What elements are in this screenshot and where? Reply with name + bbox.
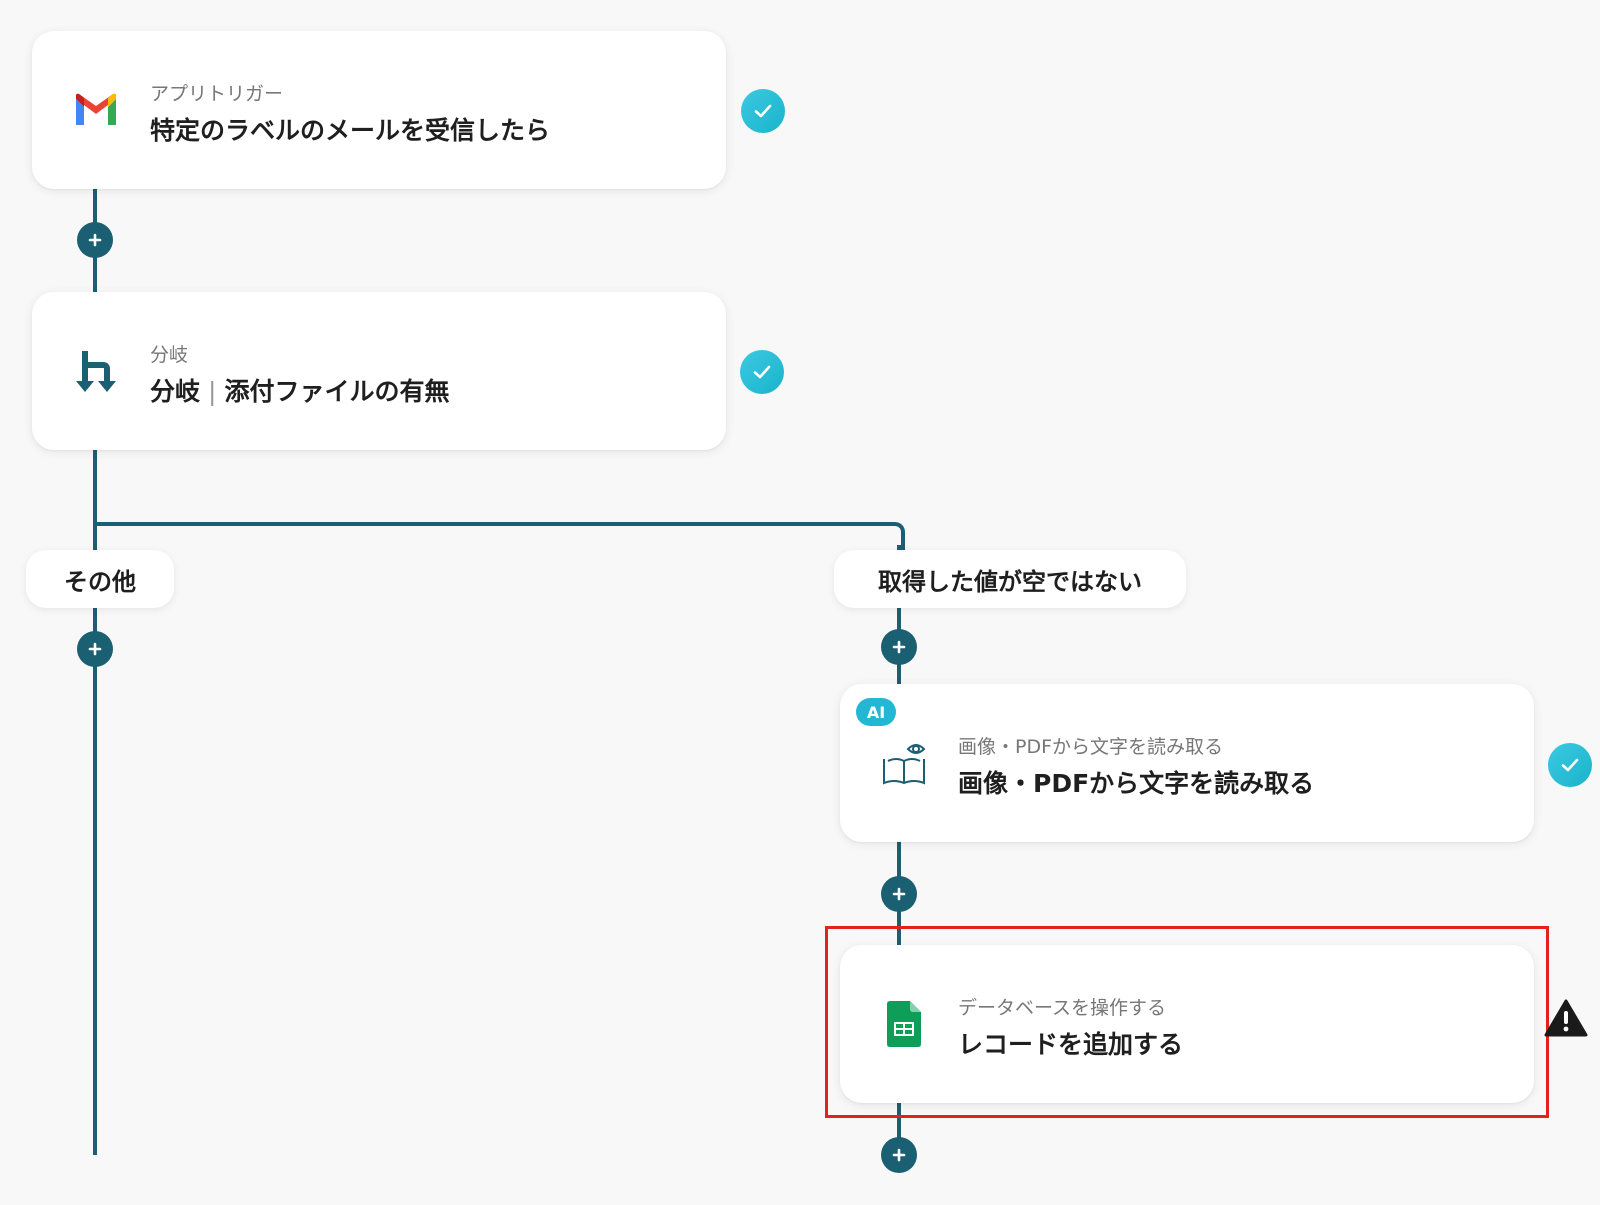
branch-label-other[interactable]: その他 [26, 550, 174, 608]
plus-icon [892, 887, 906, 901]
branch-connector [93, 522, 905, 554]
step-card-trigger[interactable]: アプリトリガー 特定のラベルのメールを受信したら [32, 31, 726, 189]
step-title-detail: 添付ファイルの有無 [224, 377, 450, 406]
add-step-button[interactable] [77, 222, 113, 258]
ai-badge: AI [856, 698, 896, 726]
step-title: 特定のラベルのメールを受信したら [150, 116, 551, 145]
step-title: 分岐 | 添付ファイルの有無 [150, 372, 449, 408]
add-step-button[interactable] [77, 631, 113, 667]
check-icon [1548, 743, 1592, 787]
step-card-ocr[interactable]: AI 画像・PDFから文字を読み取る 画像・PDFから文字を読み取る [840, 684, 1534, 842]
plus-icon [892, 640, 906, 654]
step-subtitle: 画像・PDFから文字を読み取る [958, 736, 1224, 758]
add-step-button[interactable] [881, 1137, 917, 1173]
title-separator: | [208, 377, 217, 406]
step-subtitle: 分岐 [150, 344, 189, 366]
step-subtitle: アプリトリガー [150, 83, 284, 105]
step-title: 画像・PDFから文字を読み取る [958, 769, 1315, 798]
branch-label-not-empty[interactable]: 取得した値が空ではない [834, 550, 1186, 608]
plus-icon [892, 1148, 906, 1162]
plus-icon [88, 642, 102, 656]
check-icon [741, 89, 785, 133]
gmail-icon [72, 86, 120, 134]
warning-icon [1544, 998, 1588, 1038]
check-icon [740, 350, 784, 394]
step-card-branch[interactable]: 分岐 分岐 | 添付ファイルの有無 [32, 292, 726, 450]
add-step-button[interactable] [881, 876, 917, 912]
highlight-box [825, 926, 1549, 1118]
step-title-main: 分岐 [150, 377, 201, 406]
add-step-button[interactable] [881, 629, 917, 665]
plus-icon [88, 233, 102, 247]
branch-icon [72, 347, 120, 395]
book-eye-icon [880, 739, 928, 787]
